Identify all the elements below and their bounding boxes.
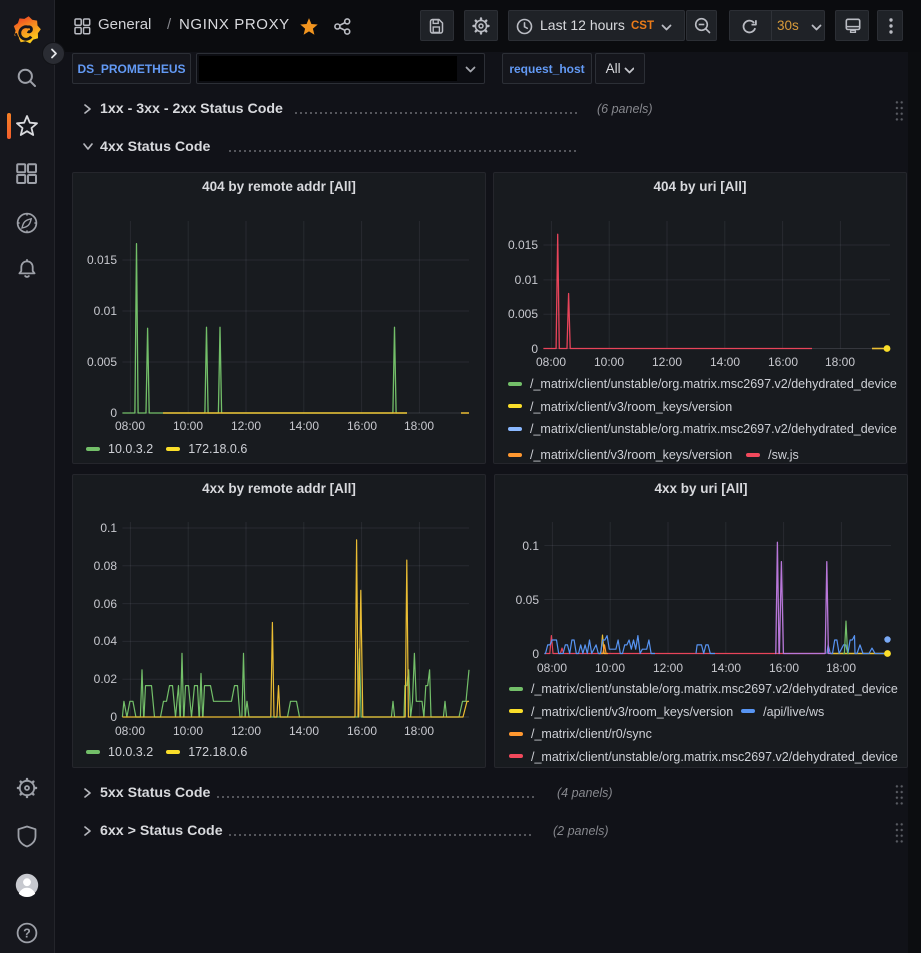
svg-text:?: ? — [23, 926, 31, 940]
